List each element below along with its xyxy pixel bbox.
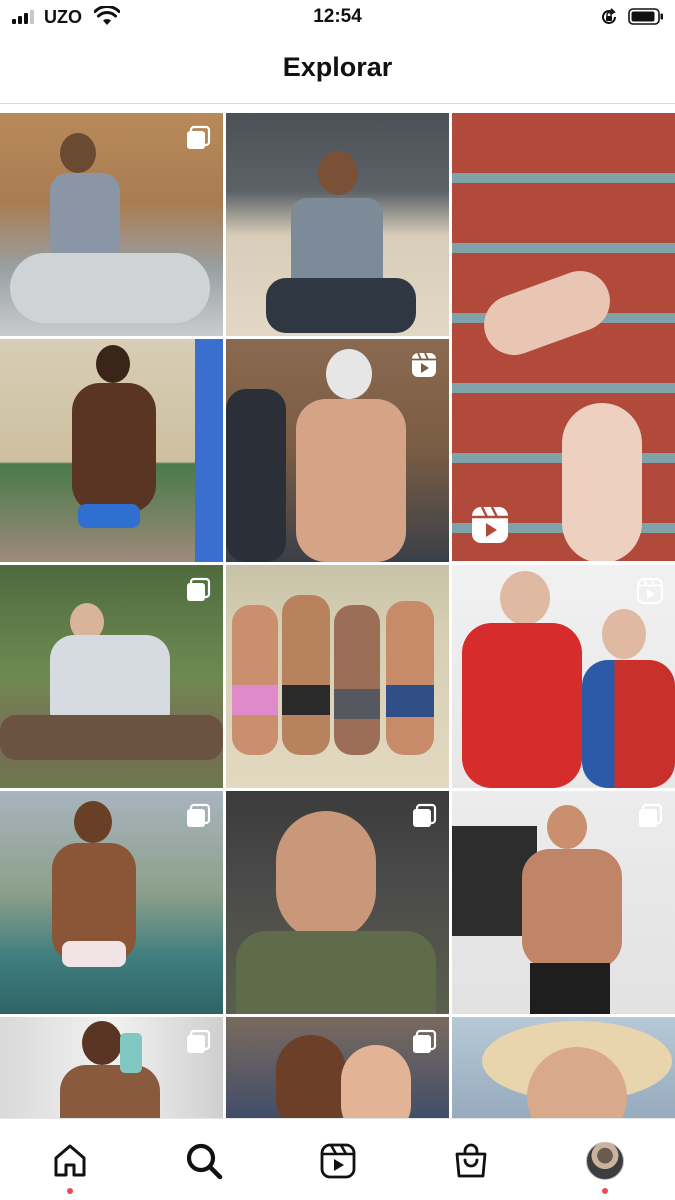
person-figure (82, 1021, 122, 1065)
profile-notification-dot (602, 1188, 608, 1194)
home-icon (54, 1144, 86, 1177)
tab-search[interactable] (180, 1137, 228, 1185)
tab-shop[interactable] (447, 1137, 495, 1185)
profile-avatar (586, 1142, 624, 1180)
person-figure (334, 605, 380, 755)
scooter-shape (10, 253, 210, 323)
shorts-shape (386, 685, 434, 717)
post-tile-6[interactable] (0, 565, 223, 788)
shorts-shape (334, 689, 380, 719)
costume-shape (462, 623, 582, 788)
person-figure (326, 349, 372, 399)
battery-icon (628, 8, 663, 25)
jacket-shape (236, 931, 436, 1014)
rotation-lock-icon (602, 8, 616, 24)
shorts-shape (232, 685, 278, 715)
reels-icon (320, 1143, 356, 1179)
post-tile-3[interactable] (452, 113, 675, 561)
person-figure (522, 849, 622, 969)
person-figure (226, 389, 286, 562)
person-figure (341, 1045, 411, 1118)
shorts-shape (282, 685, 330, 715)
bottom-tab-bar (0, 1118, 675, 1200)
sky-area (195, 339, 223, 562)
costume-shape (582, 660, 675, 788)
post-tile-1[interactable] (0, 113, 223, 336)
shopping-bag-icon (455, 1143, 487, 1178)
post-tile-10[interactable] (226, 791, 449, 1014)
post-tile-12[interactable] (0, 1017, 223, 1118)
person-figure (74, 801, 112, 843)
person-figure (500, 571, 550, 625)
post-tile-11[interactable] (452, 791, 675, 1014)
person-figure (232, 605, 278, 755)
post-tile-2[interactable] (226, 113, 449, 336)
person-figure (60, 1065, 160, 1118)
person-figure (386, 601, 434, 755)
log-shape (0, 715, 223, 760)
person-figure (276, 1035, 346, 1118)
carousel-icon (187, 803, 211, 827)
post-tile-5[interactable] (226, 339, 449, 562)
post-tile-9[interactable] (0, 791, 223, 1014)
status-bar: UZO 12:54 (0, 0, 675, 34)
person-figure (602, 609, 646, 659)
page-header: Explorar (0, 34, 675, 104)
person-figure (96, 345, 130, 383)
post-tile-7[interactable] (226, 565, 449, 788)
person-figure (547, 805, 587, 849)
carousel-icon (413, 803, 437, 827)
carousel-icon (413, 1029, 437, 1053)
reels-icon (412, 352, 436, 377)
shorts-shape (530, 963, 610, 1014)
page-title: Explorar (282, 52, 393, 82)
phone-shape (120, 1033, 142, 1073)
tab-reels[interactable] (314, 1137, 362, 1185)
hand-shape (562, 403, 642, 561)
explore-grid (0, 113, 675, 1118)
carousel-icon (187, 1029, 211, 1053)
post-tile-13[interactable] (226, 1017, 449, 1118)
person-figure (318, 151, 358, 195)
carousel-icon (639, 803, 663, 827)
reels-icon (637, 578, 663, 604)
carousel-icon (187, 577, 211, 601)
person-figure (72, 383, 156, 513)
post-tile-8[interactable] (452, 565, 675, 788)
carousel-icon (187, 125, 211, 149)
person-figure (282, 595, 330, 755)
person-figure (266, 278, 416, 333)
post-tile-4[interactable] (0, 339, 223, 562)
clock: 12:54 (313, 6, 362, 27)
tab-home[interactable] (46, 1137, 94, 1185)
search-icon (186, 1143, 223, 1180)
tab-profile[interactable] (581, 1137, 629, 1185)
person-figure (296, 399, 406, 562)
person-figure (276, 811, 376, 941)
person-figure (50, 173, 120, 263)
swimwear-shape (78, 504, 140, 528)
swimwear-shape (62, 941, 126, 967)
person-figure (60, 133, 96, 173)
post-tile-14[interactable] (452, 1017, 675, 1118)
home-notification-dot (67, 1188, 73, 1194)
reels-icon (472, 506, 508, 543)
